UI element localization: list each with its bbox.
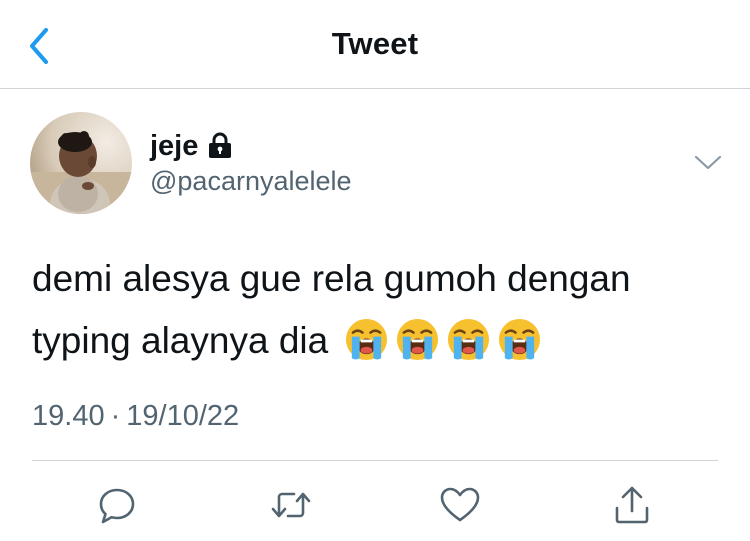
loudly-crying-face-icon xyxy=(499,318,541,360)
loudly-crying-face-icon xyxy=(397,318,439,360)
tweet-date: 19/10/22 xyxy=(126,400,240,432)
loudly-crying-face-icon xyxy=(448,318,490,360)
chevron-down-icon xyxy=(694,155,722,170)
retweet-icon xyxy=(271,492,311,518)
reply-button[interactable] xyxy=(94,482,140,528)
page-title: Tweet xyxy=(331,26,419,61)
tweet-time: 19.40 xyxy=(32,400,105,432)
author-handle[interactable]: @pacarnyalelele xyxy=(150,166,352,197)
lock-icon xyxy=(207,132,233,160)
share-icon xyxy=(615,486,649,524)
share-button[interactable] xyxy=(609,482,655,528)
avatar-photo xyxy=(30,112,132,214)
actions-divider xyxy=(32,460,718,461)
loudly-crying-face-icon xyxy=(346,318,388,360)
author-name-row[interactable]: jeje xyxy=(150,128,233,164)
author-name[interactable]: jeje xyxy=(150,130,198,163)
like-button[interactable] xyxy=(437,482,483,528)
top-nav-bar: Tweet xyxy=(0,0,750,89)
retweet-button[interactable] xyxy=(268,482,314,528)
more-options-button[interactable] xyxy=(692,152,724,174)
tweet-text: demi alesya gue rela gumoh dengan typing… xyxy=(32,248,732,372)
reply-icon xyxy=(99,488,135,524)
emoji-group xyxy=(344,317,542,362)
tweet-timestamp[interactable]: 19.40 · 19/10/22 xyxy=(32,400,239,433)
avatar[interactable] xyxy=(30,112,132,214)
timestamp-separator: · xyxy=(110,400,121,432)
like-icon xyxy=(440,487,480,522)
